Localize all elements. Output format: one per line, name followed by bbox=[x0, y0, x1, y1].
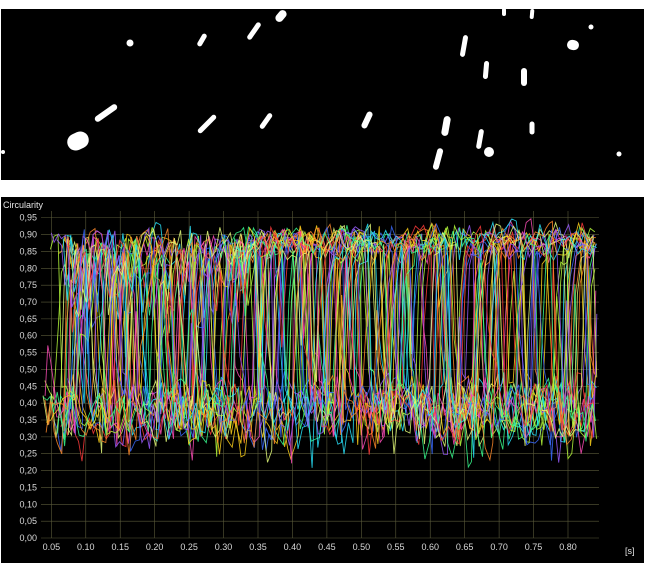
y-axis-title: Circularity bbox=[3, 200, 44, 210]
x-tick-label: 0.10 bbox=[77, 542, 95, 552]
y-tick-label: 0,70 bbox=[19, 297, 37, 307]
x-tick-labels: 0.05 0.10 0.15 0.20 0.25 0.30 0.35 0.40 0.45 0.50… bbox=[43, 542, 577, 552]
y-tick-label: 0,05 bbox=[19, 516, 37, 526]
y-tick-label: 0,25 bbox=[19, 449, 37, 459]
y-tick-label: 0,50 bbox=[19, 364, 37, 374]
binary-particles bbox=[1, 8, 622, 170]
particle-blob bbox=[476, 129, 484, 149]
chart-svg: 0,00 0,05 0,10 0,15 0,20 0,25 0,30 0,35 0,40 0,45… bbox=[3, 200, 635, 556]
particle-blob bbox=[529, 121, 535, 135]
y-tick-label: 0,90 bbox=[19, 230, 37, 240]
binary-particle-image bbox=[1, 8, 644, 180]
y-tick-label: 0,10 bbox=[19, 499, 37, 509]
particle-blob bbox=[529, 9, 535, 19]
particle-blob bbox=[460, 35, 468, 57]
particle-blob bbox=[521, 68, 527, 86]
particle-blob bbox=[588, 24, 594, 30]
particle-blob bbox=[275, 10, 287, 22]
x-tick-label: 0.45 bbox=[318, 542, 336, 552]
particle-blob bbox=[484, 147, 494, 157]
y-tick-label: 0,95 bbox=[19, 213, 37, 223]
x-tick-label: 0.20 bbox=[146, 542, 164, 552]
particle-blob bbox=[67, 131, 89, 151]
y-tick-label: 0,00 bbox=[19, 533, 37, 543]
circularity-chart: 0,00 0,05 0,10 0,15 0,20 0,25 0,30 0,35 0,40 0,45… bbox=[1, 197, 644, 563]
y-tick-label: 0,35 bbox=[19, 415, 37, 425]
series-lines bbox=[42, 217, 598, 469]
x-tick-label: 0.60 bbox=[421, 542, 439, 552]
y-tick-label: 0,45 bbox=[19, 381, 37, 391]
y-tick-label: 0,20 bbox=[19, 466, 37, 476]
particle-blob bbox=[1, 150, 5, 154]
y-tick-label: 0,30 bbox=[19, 432, 37, 442]
particle-blob bbox=[197, 114, 217, 134]
x-tick-label: 0.80 bbox=[559, 542, 577, 552]
x-tick-label: 0.50 bbox=[353, 542, 371, 552]
x-tick-label: 0.25 bbox=[180, 542, 198, 552]
particle-blob bbox=[94, 104, 118, 122]
particle-blob bbox=[361, 111, 373, 129]
particle-blob bbox=[441, 116, 451, 136]
x-tick-label: 0.40 bbox=[284, 542, 302, 552]
particle-blob bbox=[432, 148, 444, 170]
particle-blob bbox=[197, 33, 207, 47]
x-tick-label: 0.75 bbox=[525, 542, 543, 552]
y-tick-label: 0,85 bbox=[19, 246, 37, 256]
particle-blob bbox=[247, 22, 261, 40]
x-tick-label: 0.70 bbox=[490, 542, 508, 552]
particle-blob bbox=[502, 8, 506, 16]
x-tick-label: 0.15 bbox=[111, 542, 129, 552]
particle-blob bbox=[482, 61, 490, 79]
particle-blob bbox=[259, 113, 273, 129]
y-tick-labels: 0,00 0,05 0,10 0,15 0,20 0,25 0,30 0,35 0,40 0,45… bbox=[19, 213, 37, 543]
y-tick-label: 0,60 bbox=[19, 331, 37, 341]
y-tick-label: 0,65 bbox=[19, 314, 37, 324]
y-tick-label: 0,55 bbox=[19, 348, 37, 358]
particle-blob bbox=[567, 39, 579, 51]
y-tick-label: 0,75 bbox=[19, 280, 37, 290]
y-tick-label: 0,15 bbox=[19, 482, 37, 492]
x-tick-label: 0.55 bbox=[387, 542, 405, 552]
x-tick-label: 0.35 bbox=[249, 542, 267, 552]
y-tick-label: 0,80 bbox=[19, 263, 37, 273]
x-tick-label: 0.65 bbox=[456, 542, 474, 552]
particle-blob bbox=[126, 39, 134, 47]
x-tick-label: 0.30 bbox=[215, 542, 233, 552]
x-axis-unit: [s] bbox=[625, 546, 635, 556]
x-tick-label: 0.05 bbox=[43, 542, 61, 552]
particle-blob bbox=[616, 151, 622, 157]
y-tick-label: 0,40 bbox=[19, 398, 37, 408]
